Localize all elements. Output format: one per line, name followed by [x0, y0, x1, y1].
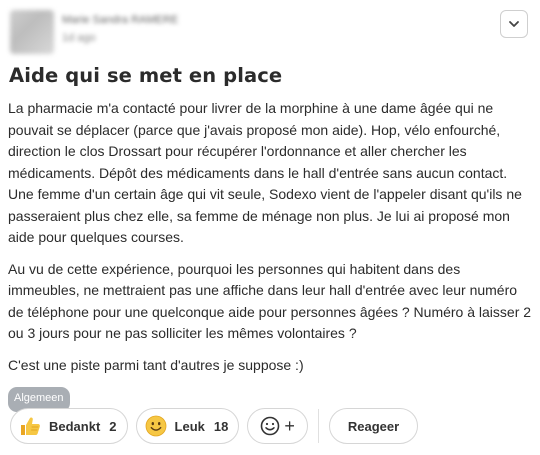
post-title: Aide qui se met en place: [9, 64, 283, 87]
post-header: Marie Sandra RAMERE 1d ago: [8, 8, 532, 56]
reaction-bar: Bedankt 2 Leuk 18 + Reageer: [10, 408, 426, 444]
reaction-count: 2: [109, 418, 117, 434]
smile-outline-icon: [261, 416, 280, 436]
thumbs-up-icon: [19, 415, 41, 437]
post-card: Marie Sandra RAMERE 1d ago Aide qui se m…: [0, 0, 540, 455]
reaction-bedankt-button[interactable]: Bedankt 2: [10, 408, 128, 444]
reaction-leuk-button[interactable]: Leuk 18: [135, 408, 240, 444]
reaction-label: Bedankt: [49, 418, 101, 434]
smile-icon: [145, 415, 167, 437]
post-options-button[interactable]: [500, 10, 528, 38]
post-paragraph: Au vu de cette expérience, pourquoi les …: [8, 260, 532, 342]
author-name[interactable]: Marie Sandra RAMERE: [62, 14, 178, 26]
divider: [317, 409, 319, 443]
avatar[interactable]: [10, 10, 54, 54]
post-time: 1d ago: [62, 32, 96, 44]
reaction-label: Leuk: [174, 418, 205, 434]
plus-icon: +: [284, 415, 295, 436]
reaction-count: 18: [213, 418, 229, 434]
post-paragraph: C'est une piste parmi tant d'autres je s…: [8, 356, 304, 373]
chevron-down-icon: [509, 21, 519, 27]
add-reaction-button[interactable]: +: [247, 408, 308, 444]
post-paragraph: La pharmacie m'a contacté pour livrer de…: [8, 100, 522, 245]
post-body: La pharmacie m'a contacté pour livrer de…: [8, 98, 532, 412]
reply-button[interactable]: Reageer: [328, 408, 419, 444]
